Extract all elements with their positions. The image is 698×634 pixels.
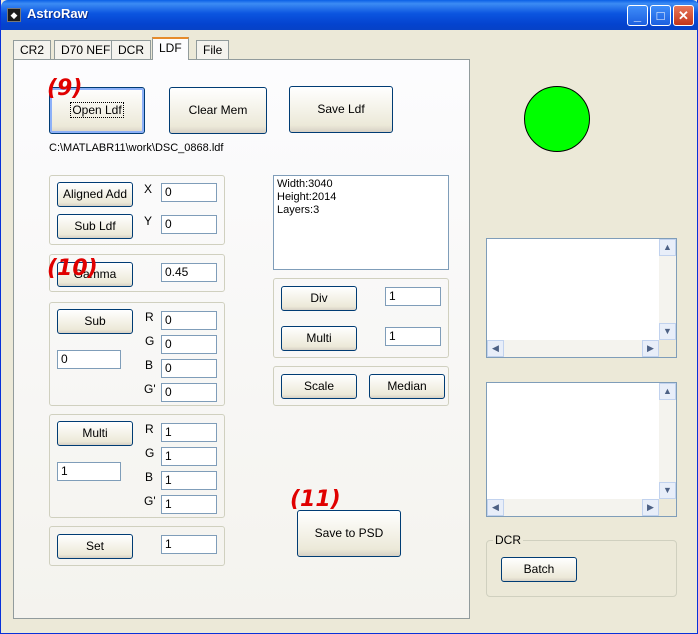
- file-path-label: C:\MATLABR11\work\DSC_0868.ldf: [49, 142, 224, 154]
- scroll-right-arrow-icon[interactable]: ▶: [642, 340, 659, 357]
- scroll-down-arrow-icon[interactable]: ▼: [659, 482, 676, 499]
- scroll-up-arrow-icon[interactable]: ▲: [659, 383, 676, 400]
- annotation-11: (11): [290, 487, 341, 512]
- sub-g-input[interactable]: 0: [161, 335, 217, 354]
- sub-r-input[interactable]: 0: [161, 311, 217, 330]
- multi-g-label: G: [145, 446, 155, 460]
- annotation-9: (9): [47, 76, 83, 101]
- app-window: ◆ AstroRaw _ □ ✕ CR2 D70 NEF DCR LDF Fil…: [0, 0, 698, 634]
- y-label: Y: [144, 214, 153, 228]
- sub-b-label: B: [145, 358, 154, 372]
- sub-ldf-button[interactable]: Sub Ldf: [57, 214, 133, 239]
- log-pane-top[interactable]: ▲ ▼ ◀ ▶: [486, 238, 677, 358]
- multi-r-input[interactable]: 1: [161, 423, 217, 442]
- clear-mem-button[interactable]: Clear Mem: [169, 87, 267, 134]
- set-button[interactable]: Set: [57, 534, 133, 559]
- scroll-right-arrow-icon[interactable]: ▶: [642, 499, 659, 516]
- sub-button[interactable]: Sub: [57, 309, 133, 334]
- horizontal-scrollbar[interactable]: ◀ ▶: [487, 499, 659, 516]
- scroll-down-arrow-icon[interactable]: ▼: [659, 323, 676, 340]
- scroll-left-arrow-icon[interactable]: ◀: [487, 340, 504, 357]
- tab-ldf[interactable]: LDF: [152, 37, 189, 60]
- sub-g2-label: G': [144, 382, 156, 396]
- div-input[interactable]: 1: [385, 287, 441, 306]
- app-icon[interactable]: ◆: [7, 8, 21, 22]
- open-ldf-label: Open Ldf: [70, 102, 124, 118]
- tab-file[interactable]: File: [196, 40, 230, 59]
- info-height: Height:2014: [277, 191, 337, 203]
- log-pane-bottom[interactable]: ▲ ▼ ◀ ▶: [486, 382, 677, 517]
- sub-b-input[interactable]: 0: [161, 359, 217, 378]
- save-ldf-button[interactable]: Save Ldf: [289, 86, 393, 133]
- info-layers: Layers:3: [277, 204, 320, 216]
- scroll-corner: [659, 340, 676, 357]
- maximize-button[interactable]: □: [650, 5, 671, 26]
- info-width: Width:3040: [277, 178, 333, 190]
- multi-top-button[interactable]: Multi: [281, 326, 357, 351]
- div-button[interactable]: Div: [281, 286, 357, 311]
- annotation-10: (10): [47, 256, 98, 281]
- status-indicator: [524, 86, 590, 152]
- dcr-group-label: DCR: [493, 533, 523, 547]
- tab-dcr[interactable]: DCR: [111, 40, 151, 59]
- multi-button[interactable]: Multi: [57, 421, 133, 446]
- multi-top-input[interactable]: 1: [385, 327, 441, 346]
- batch-button[interactable]: Batch: [501, 557, 577, 582]
- info-listbox[interactable]: Width:3040 Height:2014 Layers:3: [273, 175, 449, 270]
- scroll-left-arrow-icon[interactable]: ◀: [487, 499, 504, 516]
- gamma-input[interactable]: 0.45: [161, 263, 217, 282]
- vertical-scrollbar[interactable]: ▲ ▼: [659, 239, 676, 340]
- multi-b-label: B: [145, 470, 154, 484]
- vertical-scrollbar[interactable]: ▲ ▼: [659, 383, 676, 499]
- median-button[interactable]: Median: [369, 374, 445, 399]
- tab-d70-nef[interactable]: D70 NEF: [54, 40, 118, 59]
- aligned-add-button[interactable]: Aligned Add: [57, 182, 133, 207]
- multi-value-input[interactable]: 1: [57, 462, 121, 481]
- multi-g2-label: G': [144, 494, 156, 508]
- scroll-up-arrow-icon[interactable]: ▲: [659, 239, 676, 256]
- window-title: AstroRaw: [27, 6, 88, 21]
- sub-g-label: G: [145, 334, 155, 348]
- x-label: X: [144, 182, 153, 196]
- tab-cr2[interactable]: CR2: [13, 40, 52, 59]
- multi-r-label: R: [145, 422, 154, 436]
- set-input[interactable]: 1: [161, 535, 217, 554]
- horizontal-scrollbar[interactable]: ◀ ▶: [487, 340, 659, 357]
- scroll-corner: [659, 499, 676, 516]
- y-offset-input[interactable]: 0: [161, 215, 217, 234]
- sub-g2-input[interactable]: 0: [161, 383, 217, 402]
- title-bar[interactable]: ◆ AstroRaw _ □ ✕: [1, 0, 698, 30]
- minimize-button[interactable]: _: [627, 5, 648, 26]
- multi-g2-input[interactable]: 1: [161, 495, 217, 514]
- multi-g-input[interactable]: 1: [161, 447, 217, 466]
- save-to-psd-button[interactable]: Save to PSD: [297, 510, 401, 557]
- scale-button[interactable]: Scale: [281, 374, 357, 399]
- sub-value-input[interactable]: 0: [57, 350, 121, 369]
- x-offset-input[interactable]: 0: [161, 183, 217, 202]
- close-button[interactable]: ✕: [673, 5, 694, 26]
- multi-b-input[interactable]: 1: [161, 471, 217, 490]
- sub-r-label: R: [145, 310, 154, 324]
